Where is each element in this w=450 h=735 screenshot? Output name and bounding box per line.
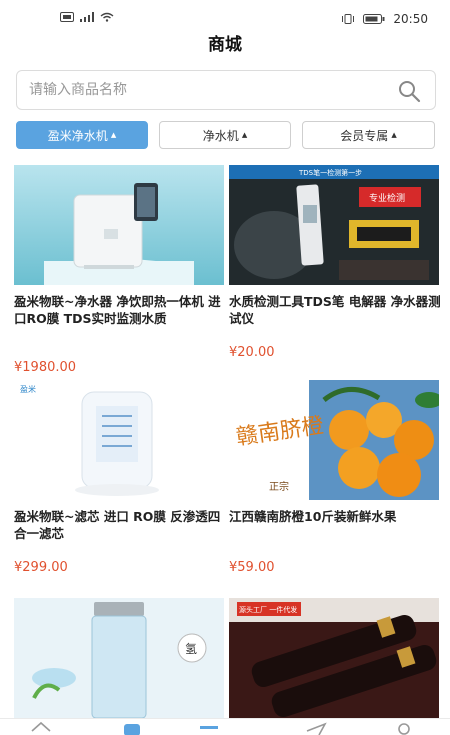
product-price: ¥1980.00	[14, 360, 77, 375]
search-bar	[16, 70, 436, 110]
cup-char-text: 氢	[185, 641, 197, 656]
filter-label: 净水机	[202, 128, 239, 143]
filter-label: 会员专属	[340, 128, 389, 143]
product-name: 水质检测工具TDS笔 电解器 净水器测试仪	[229, 294, 441, 326]
product-image-tds-pen: TDS笔一检测第一步 专业检测	[229, 165, 439, 285]
product-price: ¥20.00	[229, 345, 275, 360]
product-name: 盈米物联~净水器 净饮即热一体机 进口RO膜 TDS实时监测水质	[14, 294, 221, 326]
product-image-filter-cartridge: 盈米	[14, 380, 224, 500]
search-input[interactable]	[29, 71, 389, 109]
product-image-water-purifier	[14, 165, 224, 285]
user-icon[interactable]	[393, 721, 415, 735]
status-right: 20:50	[341, 12, 428, 26]
vibrate-icon	[342, 14, 355, 24]
bottom-tab-bar	[0, 718, 450, 735]
wifi-icon	[100, 12, 114, 22]
wine-tag-text: 源头工厂 一件代发	[239, 605, 297, 614]
orange-sub-text: 正宗	[269, 480, 289, 493]
filter-label: 盈米净水机	[47, 128, 108, 143]
product-image-wine-bottles: 源头工厂 一件代发	[229, 598, 439, 718]
filter-member-exclusive[interactable]: 会员专属 ▲	[302, 121, 435, 149]
product-price: ¥59.00	[229, 560, 275, 575]
page-title: 商城	[208, 35, 242, 55]
caret-up-icon: ▲	[391, 131, 397, 139]
status-left	[60, 12, 114, 22]
caret-up-icon: ▲	[110, 131, 117, 139]
filter-logo-text: 盈米	[20, 384, 36, 394]
home-icon[interactable]	[30, 721, 52, 735]
product-image-hydrogen-cup: 氢	[14, 598, 224, 718]
product-name: 江西赣南脐橙10斤装新鲜水果	[229, 509, 397, 524]
send-icon[interactable]	[305, 721, 327, 735]
signal-icon	[80, 12, 94, 22]
search-icon[interactable]	[397, 79, 421, 103]
battery-icon	[363, 14, 385, 24]
tds-banner-text: TDS笔一检测第一步	[298, 168, 362, 177]
tds-sign-text: 专业检测	[369, 192, 405, 204]
filter-yingmi-purifier[interactable]: 盈米净水机 ▲	[16, 121, 148, 149]
filter-purifier[interactable]: 净水机 ▲	[159, 121, 291, 149]
product-image-navel-oranges: 赣南脐橙 正宗	[229, 380, 439, 500]
caret-up-icon: ▲	[241, 131, 248, 139]
status-time: 20:50	[393, 12, 428, 26]
product-name: 盈米物联~滤芯 进口 RO膜 反渗透四合一滤芯	[14, 509, 221, 541]
sim-icon	[60, 12, 74, 22]
product-price: ¥299.00	[14, 560, 68, 575]
shop-icon[interactable]	[198, 721, 220, 735]
status-bar: 20:50	[0, 0, 450, 30]
list-icon[interactable]	[121, 721, 143, 735]
